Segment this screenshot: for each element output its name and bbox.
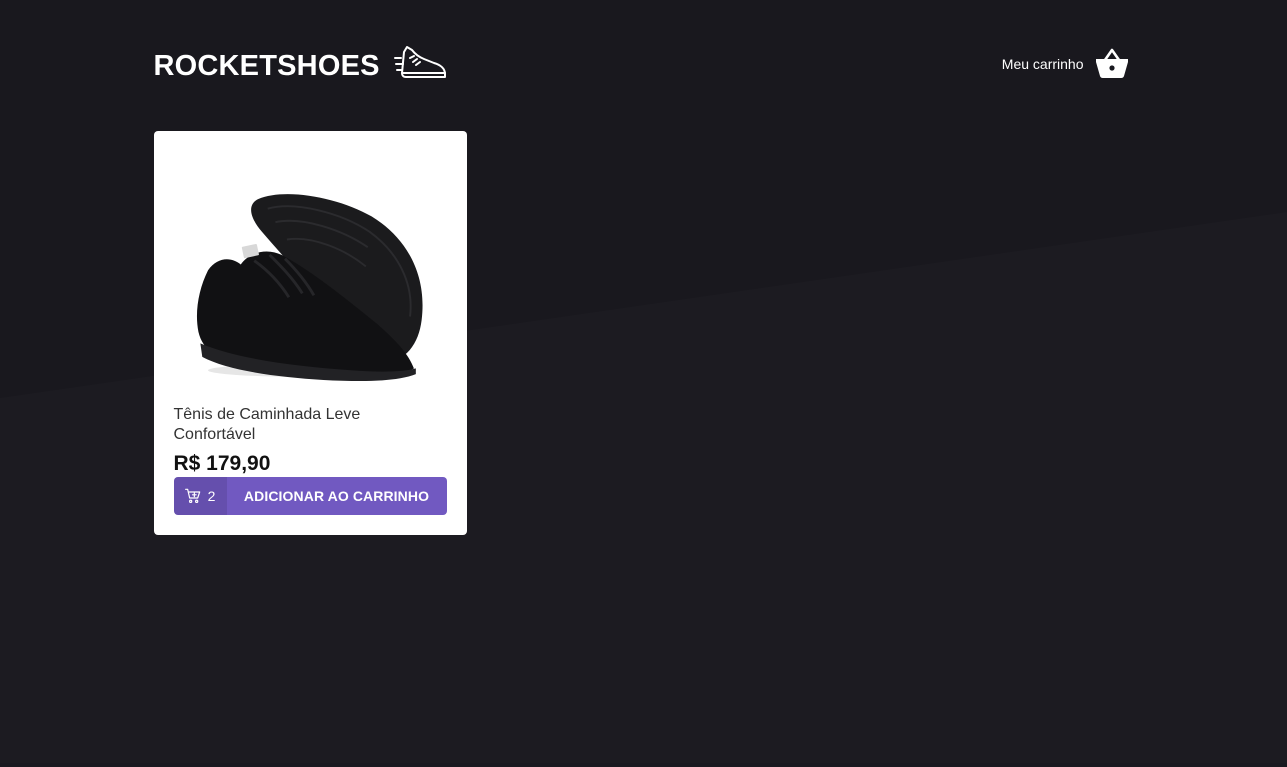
product-list: Tênis de Caminhada Leve Confortável R$ 1… bbox=[153, 131, 1134, 535]
shopping-basket-icon bbox=[1095, 48, 1128, 78]
cart-amount: 2 bbox=[207, 488, 216, 505]
product-price: R$ 179,90 bbox=[173, 452, 271, 476]
add-shopping-cart-icon bbox=[184, 488, 200, 504]
cart-amount-badge: 2 bbox=[173, 477, 227, 515]
logo-link[interactable]: ROCKETSHOES bbox=[154, 44, 448, 84]
site-header: ROCKETSHOES Meu carrinho bbox=[154, 0, 1134, 131]
add-to-cart-label: ADICIONAR AO CARRINHO bbox=[243, 488, 430, 505]
running-shoe-icon bbox=[393, 45, 446, 78]
cart-link[interactable]: Meu carrinho bbox=[1002, 46, 1130, 82]
add-to-cart-button[interactable]: 2 ADICIONAR AO CARRINHO bbox=[173, 477, 447, 515]
black-sneaker-image bbox=[178, 151, 442, 392]
logo-text: ROCKETSHOES bbox=[153, 50, 380, 82]
product-card: Tênis de Caminhada Leve Confortável R$ 1… bbox=[153, 131, 467, 535]
cart-label: Meu carrinho bbox=[1001, 55, 1084, 72]
product-title: Tênis de Caminhada Leve Confortável bbox=[173, 406, 361, 444]
